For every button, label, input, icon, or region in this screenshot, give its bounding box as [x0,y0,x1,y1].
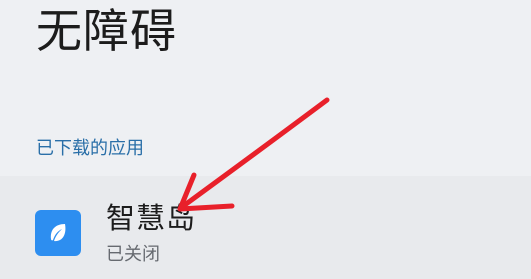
section-header-downloaded-apps: 已下载的应用 [36,138,144,159]
app-name: 智慧岛 [106,201,197,235]
app-status: 已关闭 [106,244,160,265]
app-list-item[interactable]: 智慧岛 已关闭 [0,176,531,279]
accessibility-settings-screen: 无障碍 已下载的应用 智慧岛 已关闭 [0,0,531,279]
leaf-icon-glyph [50,224,66,242]
page-title: 无障碍 [36,4,177,58]
leaf-icon [35,210,81,256]
